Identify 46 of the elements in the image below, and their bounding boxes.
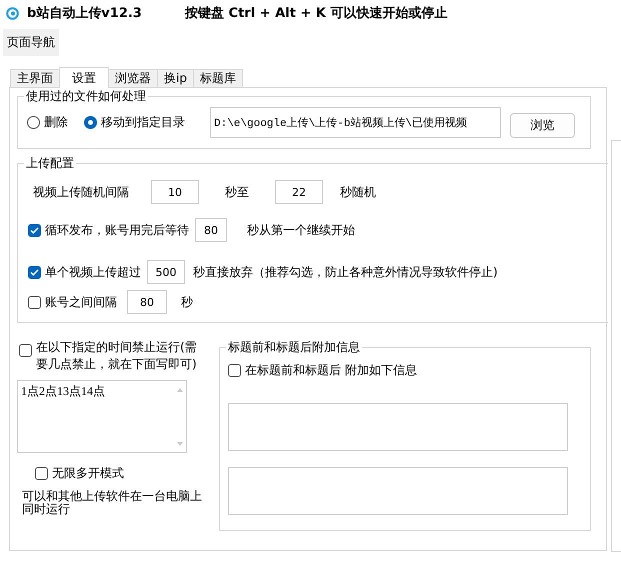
- radio-option[interactable]: 移动到指定目录: [84, 114, 185, 131]
- seconds-field[interactable]: 80: [195, 218, 227, 242]
- radio-option[interactable]: 删除: [27, 114, 68, 131]
- scrollbar-icon: [177, 387, 183, 447]
- radio-button[interactable]: [84, 116, 97, 129]
- group-title: 标题前和标题后附加信息: [226, 339, 362, 356]
- page-navigation-button[interactable]: 页面导航: [3, 29, 59, 56]
- multi-open-checkbox[interactable]: 无限多开模式: [35, 465, 219, 482]
- checkbox[interactable]: [19, 344, 32, 357]
- option-checkbox[interactable]: 账号之间间隔: [28, 294, 117, 310]
- checkbox[interactable]: [28, 296, 41, 308]
- tab[interactable]: 浏览器: [108, 69, 158, 88]
- checkbox[interactable]: [28, 224, 41, 236]
- title-extra-checkbox[interactable]: 在标题前和标题后 附加如下信息: [228, 362, 417, 379]
- window-title: b站自动上传v12.3: [27, 5, 143, 22]
- seconds-suffix: 秒直接放弃（推荐勾选，防止各种意外情况导致软件停止): [193, 264, 498, 280]
- checkbox[interactable]: [35, 467, 48, 480]
- path-field[interactable]: D:\e\google上传\上传-b站视频上传\已使用视频: [210, 107, 501, 138]
- seconds-suffix: 秒从第一个继续开始: [247, 222, 355, 238]
- multi-open-note: 可以和其他上传软件在一台电脑上同时运行: [22, 490, 202, 516]
- random-label: 秒随机: [340, 184, 376, 200]
- option-checkbox[interactable]: 循环发布，账号用完后等待: [28, 222, 189, 238]
- seconds-field[interactable]: 80: [127, 290, 167, 314]
- seconds-field[interactable]: 500: [147, 260, 185, 284]
- tab[interactable]: 主界面: [10, 69, 60, 88]
- checkbox[interactable]: [228, 364, 241, 377]
- option-checkbox[interactable]: 单个视频上传超过: [28, 264, 141, 280]
- hotkey-hint: 按键盘 Ctrl + Alt + K 可以快速开始或停止: [185, 5, 448, 22]
- radio-button[interactable]: [27, 116, 40, 129]
- interval-label: 视频上传随机间隔: [33, 184, 130, 200]
- group-title: 上传配置: [24, 155, 76, 172]
- tab[interactable]: 换ip: [157, 69, 194, 88]
- max-seconds-field[interactable]: 22: [275, 180, 323, 204]
- browse-button[interactable]: 浏览: [510, 113, 575, 138]
- suffix-field[interactable]: [228, 467, 568, 515]
- tab[interactable]: 标题库: [192, 69, 243, 88]
- app-logo-icon: [6, 6, 19, 20]
- group-title: 使用过的文件如何处理: [24, 88, 148, 105]
- prefix-field[interactable]: [228, 403, 568, 451]
- to-label: 秒至: [224, 184, 250, 200]
- forbid-time-checkbox[interactable]: 在以下指定的时间禁止运行(需要几点禁止，就在下面写即可): [19, 339, 219, 373]
- seconds-suffix: 秒: [181, 294, 193, 310]
- forbidden-hours-textarea[interactable]: 1点2点13点14点: [17, 380, 187, 453]
- tab[interactable]: 设置: [59, 67, 109, 88]
- min-seconds-field[interactable]: 10: [151, 180, 199, 204]
- checkbox[interactable]: [28, 266, 41, 278]
